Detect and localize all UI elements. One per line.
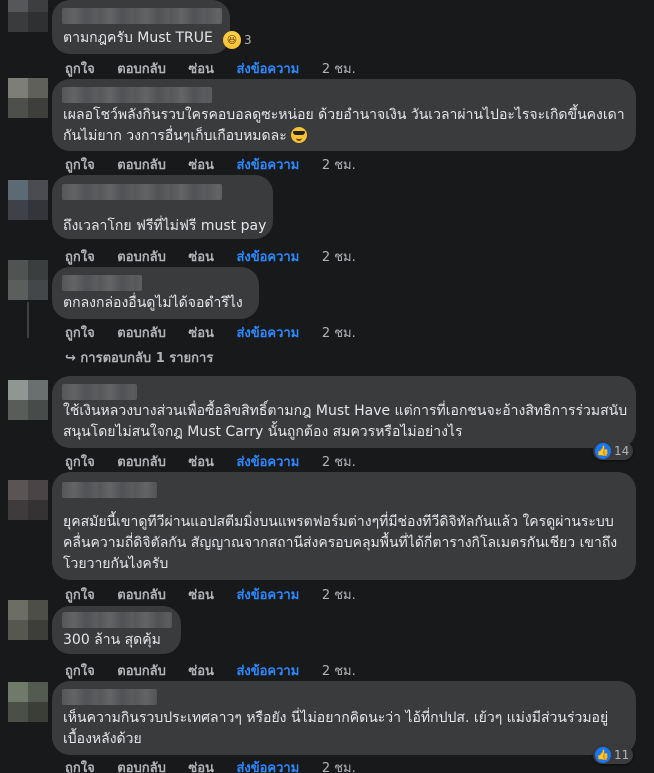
comments-feed: ตามกฎครับ Must TRUE 😆 3 ถูกใจ ตอบกลับ ซ่… xyxy=(0,0,654,773)
like-button[interactable]: ถูกใจ xyxy=(65,62,95,77)
comment-actions: ถูกใจ ตอบกลับ ซ่อน ส่งข้อความ 2 ชม. xyxy=(65,322,374,343)
timestamp[interactable]: 2 ชม. xyxy=(322,455,356,470)
comment-bubble: ตกลงกล่องอื่นดูไม่ได้จอดำรึไง xyxy=(52,267,259,319)
like-button[interactable]: ถูกใจ xyxy=(65,588,95,603)
timestamp[interactable]: 2 ชม. xyxy=(322,664,356,679)
comment-actions: ถูกใจ ตอบกลับ ซ่อน ส่งข้อความ 2 ชม. xyxy=(65,154,374,175)
send-message-button[interactable]: ส่งข้อความ xyxy=(236,761,299,773)
comment-bubble: ยุคสมัยนี้เขาดูทีวีผ่านแอปสตีมมิ่งบนแพรต… xyxy=(52,472,636,580)
like-icon: 👍 xyxy=(595,443,611,459)
hide-button[interactable]: ซ่อน xyxy=(188,326,214,341)
comment-actions: ถูกใจ ตอบกลับ ซ่อน ส่งข้อความ 2 ชม. xyxy=(65,246,374,267)
send-message-button[interactable]: ส่งข้อความ xyxy=(236,62,299,77)
commenter-name[interactable] xyxy=(62,689,157,705)
comment-actions: ถูกใจ ตอบกลับ ซ่อน ส่งข้อความ 2 ชม. xyxy=(65,584,374,605)
comment-actions: ถูกใจ ตอบกลับ ซ่อน ส่งข้อความ 2 ชม. xyxy=(65,451,374,472)
timestamp[interactable]: 2 ชม. xyxy=(322,158,356,173)
commenter-name[interactable] xyxy=(62,87,212,103)
reaction-number: 14 xyxy=(614,444,630,458)
comment-text: ตกลงกล่องอื่นดูไม่ได้จอดำรึไง xyxy=(63,295,243,311)
avatar[interactable] xyxy=(8,260,48,300)
comment-bubble: ใช้เงินหลวงบางส่วนเพื่อซื้อลิขสิทธิ์ตามก… xyxy=(52,376,636,448)
avatar[interactable] xyxy=(8,180,48,220)
comment-text: ใช้เงินหลวงบางส่วนเพื่อซื้อลิขสิทธิ์ตามก… xyxy=(63,403,628,440)
like-button[interactable]: ถูกใจ xyxy=(65,664,95,679)
like-button[interactable]: ถูกใจ xyxy=(65,250,95,265)
like-icon: 👍 xyxy=(595,747,611,763)
send-message-button[interactable]: ส่งข้อความ xyxy=(236,455,299,470)
reply-button[interactable]: ตอบกลับ xyxy=(117,455,166,470)
sunglasses-emoji-icon xyxy=(290,127,307,143)
hide-button[interactable]: ซ่อน xyxy=(188,158,214,173)
comment-text: ยุคสมัยนี้เขาดูทีวีผ่านแอปสตีมมิ่งบนแพรต… xyxy=(63,514,618,572)
comment-bubble: ถึงเวลาโกย ฟรีที่ไม่ฟรี must pay xyxy=(52,175,273,239)
reply-button[interactable]: ตอบกลับ xyxy=(117,588,166,603)
reaction-number: 3 xyxy=(244,33,252,47)
avatar[interactable] xyxy=(8,380,48,420)
comment-bubble: 300 ล้าน สุดคุ้ม xyxy=(52,606,181,654)
haha-icon: 😆 xyxy=(223,31,241,49)
reaction-count[interactable]: 😆 3 xyxy=(221,30,256,50)
like-button[interactable]: ถูกใจ xyxy=(65,455,95,470)
comment-text: ถึงเวลาโกย ฟรีที่ไม่ฟรี must pay xyxy=(63,218,267,234)
comment-text: ตามกฎครับ Must TRUE xyxy=(63,30,213,46)
send-message-button[interactable]: ส่งข้อความ xyxy=(236,588,299,603)
commenter-name[interactable] xyxy=(62,384,137,400)
avatar[interactable] xyxy=(8,600,48,640)
reply-button[interactable]: ตอบกลับ xyxy=(117,250,166,265)
like-button[interactable]: ถูกใจ xyxy=(65,158,95,173)
comment-actions: ถูกใจ ตอบกลับ ซ่อน ส่งข้อความ 2 ชม. xyxy=(65,58,374,79)
comment-text: เห็นความกินรวบประเทศลาวๆ หรือยัง นี่ไม่อ… xyxy=(63,710,609,747)
reaction-count[interactable]: 👍 14 xyxy=(593,442,634,460)
reaction-count[interactable]: 👍 11 xyxy=(593,746,634,764)
view-replies-link[interactable]: ↪ การตอบกลับ 1 รายการ xyxy=(65,347,213,368)
reply-button[interactable]: ตอบกลับ xyxy=(117,62,166,77)
like-button[interactable]: ถูกใจ xyxy=(65,761,95,773)
reaction-number: 11 xyxy=(614,748,630,762)
reply-button[interactable]: ตอบกลับ xyxy=(117,326,166,341)
timestamp[interactable]: 2 ชม. xyxy=(322,62,356,77)
send-message-button[interactable]: ส่งข้อความ xyxy=(236,664,299,679)
comment-actions: ถูกใจ ตอบกลับ ซ่อน ส่งข้อความ 2 ชม. xyxy=(65,757,374,773)
avatar[interactable] xyxy=(8,682,48,722)
comment-bubble: เผลอโชว์พลังกินรวบใครคอบอลดูซะหน่อย ด้วย… xyxy=(52,79,636,151)
commenter-name[interactable] xyxy=(62,184,222,200)
comment-actions: ถูกใจ ตอบกลับ ซ่อน ส่งข้อความ 2 ชม. xyxy=(65,660,374,681)
commenter-name[interactable] xyxy=(62,612,172,628)
commenter-name[interactable] xyxy=(62,275,142,291)
reply-button[interactable]: ตอบกลับ xyxy=(117,761,166,773)
thread-line xyxy=(27,302,29,338)
timestamp[interactable]: 2 ชม. xyxy=(322,326,356,341)
timestamp[interactable]: 2 ชม. xyxy=(322,588,356,603)
comment-text: 300 ล้าน สุดคุ้ม xyxy=(63,632,161,648)
comment-text: เผลอโชว์พลังกินรวบใครคอบอลดูซะหน่อย ด้วย… xyxy=(63,107,625,144)
hide-button[interactable]: ซ่อน xyxy=(188,761,214,773)
send-message-button[interactable]: ส่งข้อความ xyxy=(236,250,299,265)
reply-button[interactable]: ตอบกลับ xyxy=(117,664,166,679)
hide-button[interactable]: ซ่อน xyxy=(188,250,214,265)
comment-bubble: ตามกฎครับ Must TRUE xyxy=(52,0,230,54)
commenter-name[interactable] xyxy=(62,482,157,498)
avatar[interactable] xyxy=(8,78,48,118)
send-message-button[interactable]: ส่งข้อความ xyxy=(236,158,299,173)
avatar[interactable] xyxy=(8,480,48,520)
send-message-button[interactable]: ส่งข้อความ xyxy=(236,326,299,341)
hide-button[interactable]: ซ่อน xyxy=(188,664,214,679)
hide-button[interactable]: ซ่อน xyxy=(188,455,214,470)
hide-button[interactable]: ซ่อน xyxy=(188,588,214,603)
commenter-name[interactable] xyxy=(62,8,222,24)
timestamp[interactable]: 2 ชม. xyxy=(322,250,356,265)
timestamp[interactable]: 2 ชม. xyxy=(322,761,356,773)
reply-button[interactable]: ตอบกลับ xyxy=(117,158,166,173)
comment-bubble: เห็นความกินรวบประเทศลาวๆ หรือยัง นี่ไม่อ… xyxy=(52,681,636,755)
hide-button[interactable]: ซ่อน xyxy=(188,62,214,77)
avatar[interactable] xyxy=(8,0,48,32)
like-button[interactable]: ถูกใจ xyxy=(65,326,95,341)
